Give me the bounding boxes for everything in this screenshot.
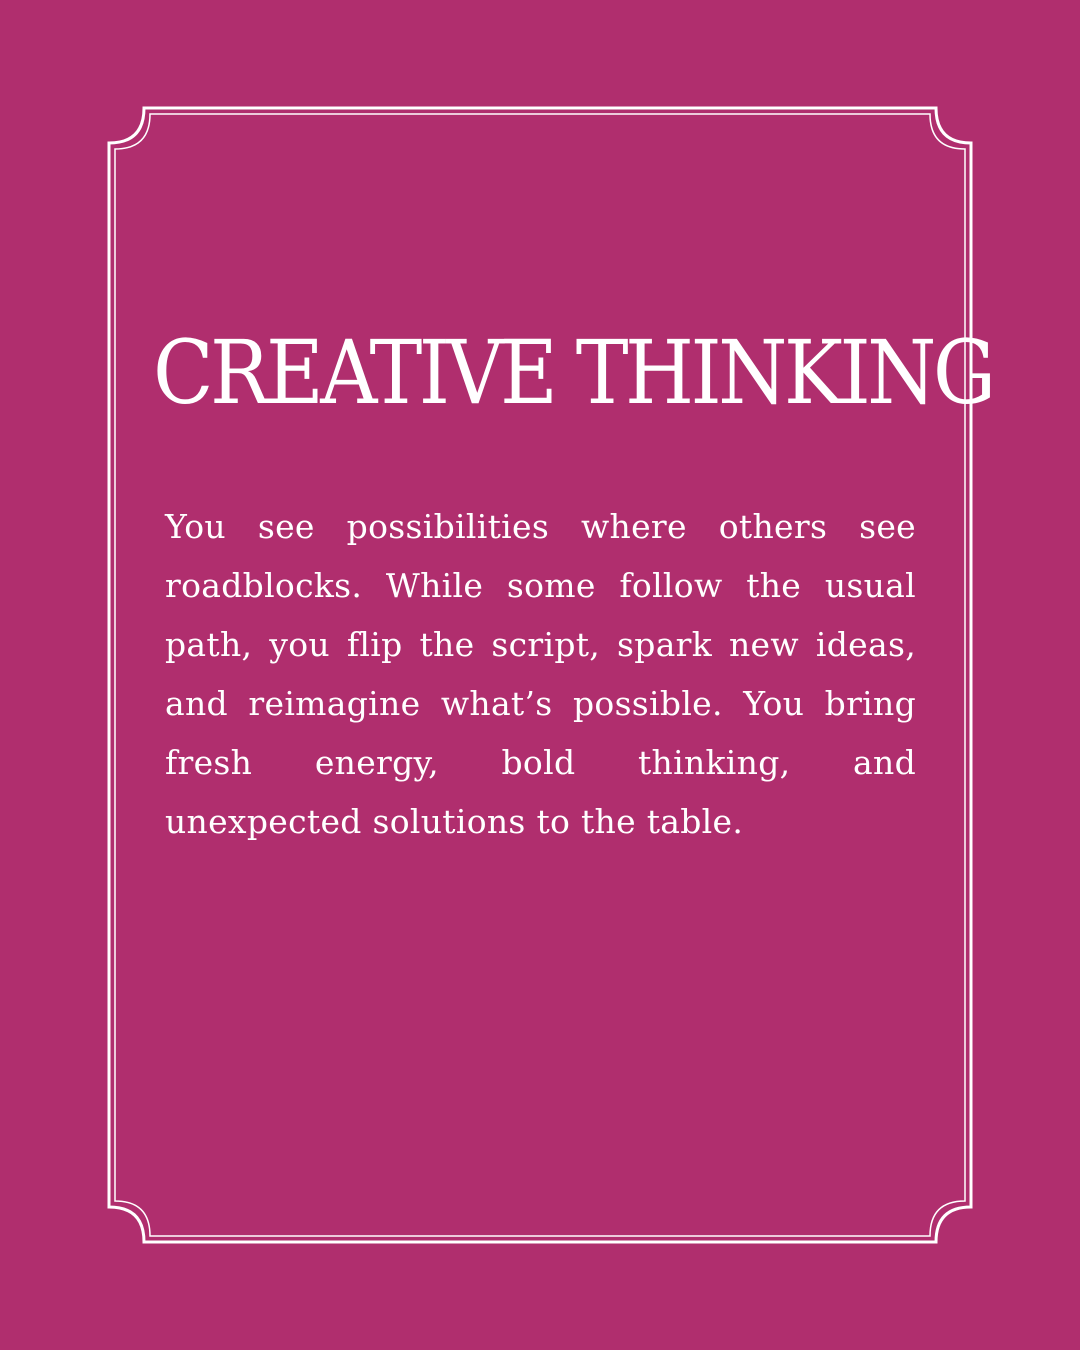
card-page: CREATIVE THINKING You see possibilities … [0,0,1080,1350]
body-paragraph: You see possibilities where others see r… [165,507,916,841]
page-title: CREATIVE THINKING [153,321,996,424]
